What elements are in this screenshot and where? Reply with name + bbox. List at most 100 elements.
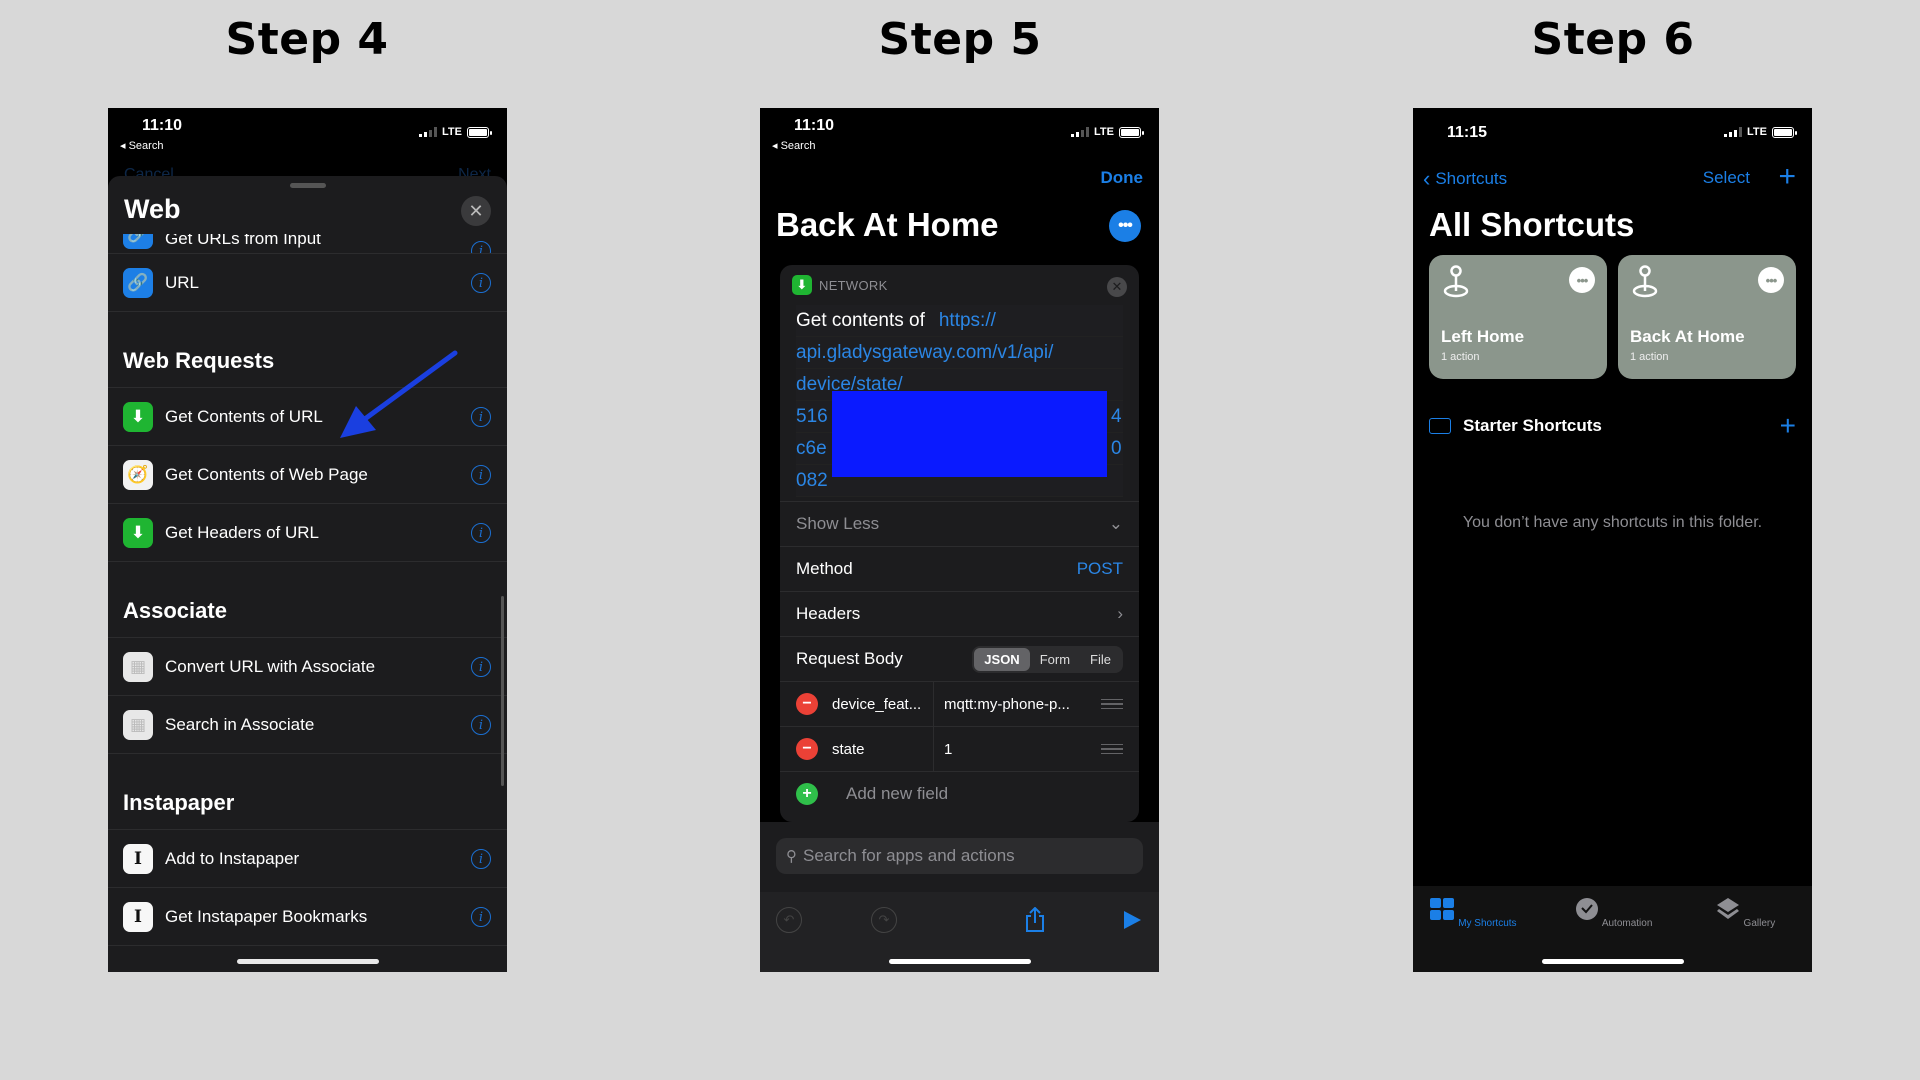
field-value[interactable]: mqtt:my-phone-p... [934,696,1101,713]
shortcut-more-button[interactable]: ••• [1758,267,1784,293]
done-button[interactable]: Done [1101,168,1144,188]
undo-button[interactable]: ↶ [776,907,802,933]
carrier-label: LTE [1094,126,1114,138]
action-row[interactable]: I Add to Instapaper i [108,830,507,888]
method-row[interactable]: Method POST [780,546,1139,591]
action-row-get-contents-of-url[interactable]: ⬇ Get Contents of URL i [108,388,507,446]
action-row[interactable]: I Get Instapaper Bookmarks i [108,888,507,946]
sheet-grabber[interactable] [289,183,326,188]
clock-check-icon [1575,898,1598,920]
url-text[interactable]: 516 [796,406,828,427]
share-button[interactable] [1022,907,1048,933]
back-to-search-link[interactable]: ◂ Search [120,139,163,152]
search-input[interactable]: ⚲ Search for apps and actions [776,838,1143,874]
bottom-panel: ⚲ Search for apps and actions ↶ ↷ [760,822,1159,972]
link-icon: 🔗 [123,267,153,298]
shortcut-more-button[interactable]: ••• [1569,267,1595,293]
info-icon[interactable]: i [471,465,491,485]
headers-row[interactable]: Headers › [780,591,1139,636]
shortcut-name: Left Home [1441,327,1525,346]
close-button[interactable]: ✕ [461,196,491,226]
info-icon[interactable]: i [471,907,491,927]
ellipsis-icon: ••• [1118,217,1133,234]
action-label: Add to Instapaper [165,848,300,868]
action-row[interactable]: ⬇ Get Headers of URL i [108,504,507,562]
method-label: Method [796,559,853,578]
run-button[interactable] [1119,907,1145,933]
tab-automation[interactable]: Automation [1553,896,1673,929]
tab-label: Gallery [1743,918,1776,929]
body-type-segmented-control[interactable]: JSON Form File [972,645,1123,673]
info-icon[interactable]: i [471,715,491,735]
remove-field-button[interactable]: − [796,693,818,715]
page-title: All Shortcuts [1429,206,1635,243]
remove-action-button[interactable]: ✕ [1107,277,1127,297]
url-text[interactable]: https:// [939,310,996,331]
add-field-row[interactable]: + Add new field [780,771,1139,816]
signal-icon [1724,127,1743,137]
step-4-screenshot: 11:10 ◂ Search LTE Cancel Next Web ✕ 🔗 G… [108,108,507,972]
starter-shortcuts-folder[interactable]: Starter Shortcuts + [1429,410,1796,442]
action-row[interactable]: 🔗 Get URLs from Input i [108,234,507,254]
url-text[interactable]: api.gladysgateway.com/v1/api/ [796,342,1053,363]
method-value[interactable]: POST [1077,559,1123,579]
add-field-icon: + [796,783,818,805]
home-indicator[interactable] [1541,959,1684,964]
back-to-shortcuts-button[interactable]: ‹ Shortcuts [1423,168,1507,190]
info-icon[interactable]: i [471,407,491,427]
action-label: Get Instapaper Bookmarks [165,906,368,926]
field-key[interactable]: device_feat... [832,682,934,726]
scrollbar[interactable] [501,596,504,786]
select-button[interactable]: Select [1703,168,1750,188]
shortcut-subtitle: 1 action [1441,351,1480,363]
action-list: 🔗 Get URLs from Input i 🔗 URL i Web Requ… [108,234,507,972]
chevron-left-icon: ‹ [1423,166,1431,191]
tab-gallery[interactable]: Gallery [1685,896,1805,929]
location-pin-icon [1443,265,1469,298]
tab-my-shortcuts[interactable]: My Shortcuts [1413,896,1533,929]
info-icon[interactable]: i [471,273,491,293]
step-6-title: Step 6 [1531,14,1695,65]
url-text[interactable]: c6e [796,438,827,459]
show-less-toggle[interactable]: Show Less ⌄ [780,501,1139,546]
carrier-label: LTE [442,126,462,138]
segment-form[interactable]: Form [1030,648,1080,671]
action-row[interactable]: 🔗 URL i [108,254,507,312]
signal-icon [1071,127,1090,137]
field-key[interactable]: state [832,727,934,771]
more-options-button[interactable]: ••• [1109,210,1141,242]
remove-field-button[interactable]: − [796,738,818,760]
download-arrow-icon: ⬇ [123,401,153,432]
segment-json[interactable]: JSON [974,647,1030,671]
info-icon[interactable]: i [471,523,491,543]
step-5-screenshot: 11:10 ◂ Search LTE Done Back At Home •••… [760,108,1159,972]
shortcut-tile-back-at-home[interactable]: ••• Back At Home 1 action [1618,255,1796,379]
home-indicator[interactable] [236,959,379,964]
action-row[interactable]: ▦ Convert URL with Associate i [108,638,507,696]
info-icon[interactable]: i [471,657,491,677]
drag-handle-icon[interactable] [1101,743,1123,755]
home-indicator[interactable] [888,959,1031,964]
back-to-search-link[interactable]: ◂ Search [772,139,815,152]
redo-button[interactable]: ↷ [871,907,897,933]
instapaper-icon: I [123,901,153,932]
url-text[interactable]: 082 [796,470,828,491]
segment-file[interactable]: File [1080,648,1121,671]
layers-icon [1716,898,1739,919]
drag-handle-icon[interactable] [1101,698,1123,710]
action-row[interactable]: 🧭 Get Contents of Web Page i [108,446,507,504]
action-row[interactable]: ▦ Search in Associate i [108,696,507,754]
shortcut-tile-left-home[interactable]: ••• Left Home 1 action [1429,255,1607,379]
info-icon[interactable]: i [471,241,491,253]
plus-icon: + [1778,160,1796,193]
action-picker-sheet: Web ✕ 🔗 Get URLs from Input i 🔗 URL i We… [108,176,507,972]
field-value[interactable]: 1 [934,741,1101,758]
action-label: Get URLs from Input [165,234,321,248]
request-body-row: Request Body JSON Form File [780,636,1139,681]
close-icon: ✕ [468,200,484,221]
add-to-folder-button[interactable]: + [1780,410,1796,442]
action-header: ⬇ NETWORK [780,265,1139,305]
add-shortcut-button[interactable]: + [1778,160,1796,194]
shortcut-title[interactable]: Back At Home [776,206,999,244]
info-icon[interactable]: i [471,849,491,869]
